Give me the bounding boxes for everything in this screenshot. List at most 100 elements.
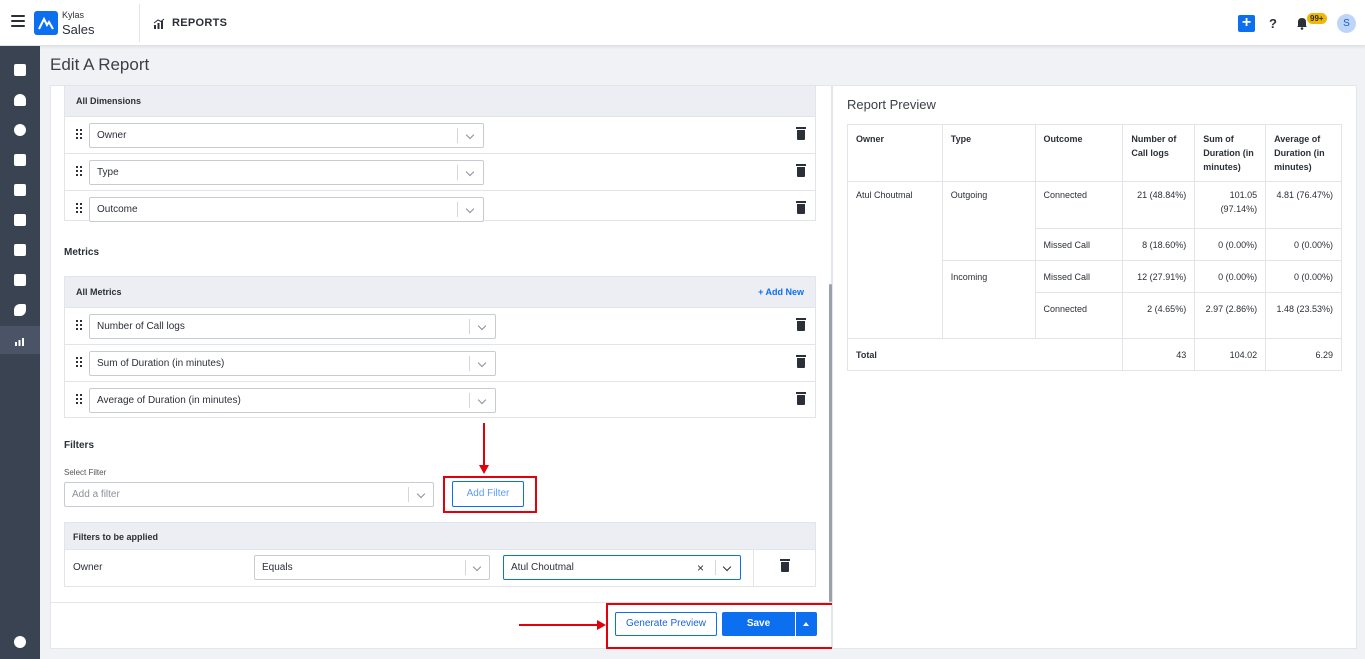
- sidebar-item-settings[interactable]: [0, 628, 40, 656]
- save-options-caret-icon[interactable]: [796, 612, 817, 636]
- brand-name: Kylas: [62, 10, 85, 20]
- avg-cell: 0 (0.00%): [1265, 228, 1342, 261]
- filter-operator-select[interactable]: Equals: [254, 555, 490, 580]
- total-avg: 6.29: [1265, 338, 1342, 371]
- delete-icon[interactable]: [780, 559, 790, 572]
- top-bar: Kylas Sales REPORTS + ? 99+ S: [0, 0, 1365, 46]
- dimension-select[interactable]: Type: [89, 160, 484, 185]
- column-header: Type: [941, 124, 1036, 182]
- chevron-down-icon: [416, 489, 426, 499]
- column-header: Owner: [847, 124, 943, 182]
- quick-add-button[interactable]: +: [1238, 15, 1255, 32]
- report-preview-table: Owner Type Outcome Number of Call logs S…: [846, 124, 1342, 371]
- filter-field-label: Owner: [73, 562, 103, 573]
- filter-value-select[interactable]: Atul Choutmal ×: [503, 555, 741, 580]
- sum-cell: 2.97 (2.86%): [1194, 292, 1267, 339]
- menu-icon[interactable]: [11, 15, 25, 27]
- sidebar-item-calls[interactable]: [0, 296, 40, 324]
- sum-cell: 0 (0.00%): [1194, 228, 1267, 261]
- count-cell: 12 (27.91%): [1122, 260, 1196, 293]
- delete-icon[interactable]: [796, 318, 806, 331]
- table-header-row: Owner Type Outcome Number of Call logs S…: [847, 124, 1342, 182]
- drag-handle-icon[interactable]: [76, 129, 82, 139]
- total-label: Total: [846, 338, 1124, 371]
- contact-card-icon: [14, 154, 26, 166]
- dashboard-icon: [14, 64, 26, 76]
- kylas-logo-icon[interactable]: [34, 11, 58, 35]
- reports-icon: [14, 334, 26, 346]
- sidebar-item-leads[interactable]: [0, 146, 40, 174]
- total-sum: 104.02: [1194, 338, 1267, 371]
- delete-icon[interactable]: [796, 392, 806, 405]
- owner-cell: Atul Choutmal: [847, 181, 943, 339]
- annotation-arrow: [483, 423, 485, 467]
- delete-icon[interactable]: [796, 355, 806, 368]
- report-preview-title: Report Preview: [847, 97, 936, 112]
- sidebar-item-companies[interactable]: [0, 176, 40, 204]
- dimensions-card: All Dimensions Owner Type Outcome: [64, 85, 816, 222]
- help-icon[interactable]: ?: [1269, 16, 1277, 31]
- reports-icon: [153, 17, 165, 29]
- chevron-down-icon: [472, 562, 482, 572]
- sidebar-item-deals[interactable]: [0, 116, 40, 144]
- annotation-arrow: [519, 624, 599, 626]
- drag-handle-icon[interactable]: [76, 203, 82, 213]
- delete-icon[interactable]: [796, 127, 806, 140]
- drag-handle-icon[interactable]: [76, 320, 82, 330]
- total-row: Total 43 104.02 6.29: [846, 338, 1342, 371]
- metric-select[interactable]: Sum of Duration (in minutes): [89, 351, 496, 376]
- metric-row: Number of Call logs: [65, 307, 815, 344]
- column-header: Number of Call logs: [1122, 124, 1196, 182]
- drag-handle-icon[interactable]: [76, 357, 82, 367]
- total-count: 43: [1122, 338, 1196, 371]
- metric-select[interactable]: Number of Call logs: [89, 314, 496, 339]
- sidebar-item-products[interactable]: [0, 206, 40, 234]
- table-row: Atul Choutmal Outgoing Connected 21 (48.…: [847, 181, 1342, 339]
- drag-handle-icon[interactable]: [76, 166, 82, 176]
- header-divider: [139, 4, 140, 42]
- delete-icon[interactable]: [796, 201, 806, 214]
- annotation-arrowhead: [479, 465, 489, 474]
- dimension-row: Owner: [65, 116, 815, 153]
- notification-badge: 99+: [1307, 13, 1327, 24]
- filter-select[interactable]: Add a filter: [64, 482, 434, 507]
- dimensions-header: All Dimensions: [65, 86, 815, 116]
- dimension-select[interactable]: Outcome: [89, 197, 484, 222]
- add-new-metric-button[interactable]: + Add New: [758, 287, 804, 297]
- sidebar-item-dashboard[interactable]: [0, 56, 40, 84]
- dimension-row: Outcome: [65, 190, 815, 227]
- chevron-down-icon: [465, 167, 475, 177]
- delete-icon[interactable]: [796, 164, 806, 177]
- sidebar-item-reports[interactable]: [0, 326, 40, 354]
- avg-cell: 0 (0.00%): [1265, 260, 1342, 293]
- page-title: Edit A Report: [50, 55, 150, 74]
- column-header: Sum of Duration (in minutes): [1194, 124, 1267, 182]
- dimension-select[interactable]: Owner: [89, 123, 484, 148]
- chevron-down-icon: [477, 358, 487, 368]
- column-header: Average of Duration (in minutes): [1265, 124, 1342, 182]
- building-icon: [14, 184, 26, 196]
- type-cell: Outgoing: [941, 181, 1036, 261]
- outcome-cell: Missed Call: [1034, 228, 1124, 261]
- avg-cell: 4.81 (76.47%): [1265, 181, 1342, 229]
- save-button[interactable]: Save: [722, 612, 795, 636]
- annotation-arrowhead: [597, 620, 606, 630]
- dimension-row: Type: [65, 153, 815, 190]
- clear-icon[interactable]: ×: [697, 561, 704, 575]
- generate-preview-button[interactable]: Generate Preview: [615, 612, 717, 636]
- user-avatar[interactable]: S: [1337, 14, 1356, 33]
- metric-select[interactable]: Average of Duration (in minutes): [89, 388, 496, 413]
- money-bag-icon: [14, 124, 26, 136]
- count-cell: 8 (18.60%): [1122, 228, 1196, 261]
- metrics-header: All Metrics + Add New: [65, 277, 815, 307]
- sidebar-item-tasks[interactable]: [0, 236, 40, 264]
- drag-handle-icon[interactable]: [76, 394, 82, 404]
- chevron-down-icon: [465, 204, 475, 214]
- chevron-down-icon: [477, 321, 487, 331]
- metrics-section-label: Metrics: [64, 247, 100, 258]
- gear-icon: [14, 636, 26, 648]
- sidebar-item-calendar[interactable]: [0, 266, 40, 294]
- select-filter-label: Select Filter: [64, 468, 107, 477]
- sidebar-item-contacts[interactable]: [0, 86, 40, 114]
- phone-icon: [14, 304, 26, 316]
